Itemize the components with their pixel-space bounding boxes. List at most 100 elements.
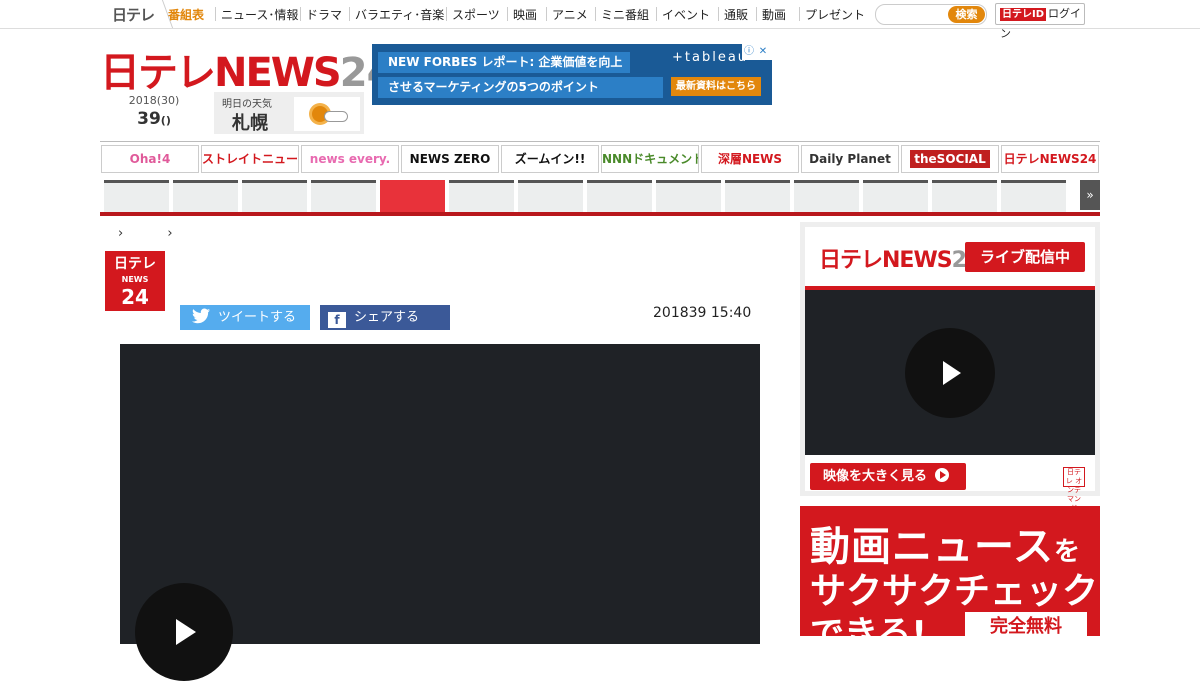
category-tab[interactable] xyxy=(1001,180,1066,212)
nav-separator xyxy=(349,7,350,21)
facebook-icon: f xyxy=(328,312,346,328)
weather-widget[interactable]: 明日の天気 札幌 xyxy=(214,92,364,134)
category-tab[interactable] xyxy=(311,180,376,212)
close-icon[interactable]: ✕ xyxy=(756,44,770,60)
live-video[interactable] xyxy=(805,290,1095,455)
program-link[interactable]: news every. xyxy=(301,145,399,173)
promo-banner[interactable]: 動画ニュースを サクサクチェック できる! 完全無料 xyxy=(800,506,1100,636)
login-button[interactable]: 日テレID ログイン xyxy=(995,3,1085,40)
nav-separator xyxy=(507,7,508,21)
category-tab[interactable] xyxy=(173,180,238,212)
ad-info-icon[interactable]: ⓘ xyxy=(742,44,756,60)
tweet-button[interactable]: ツイートする xyxy=(180,305,310,330)
category-tab[interactable] xyxy=(380,180,445,212)
program-link[interactable]: ズームイン!! xyxy=(501,145,599,173)
nav-separator xyxy=(656,7,657,21)
category-tab[interactable] xyxy=(587,180,652,212)
live-brand-logo: 日テレNEWS24 xyxy=(819,248,981,273)
program-link[interactable]: 深層NEWS xyxy=(701,145,799,173)
nav-item[interactable]: 動画 xyxy=(762,6,786,23)
site-logo[interactable]: 日テレNEWS24 xyxy=(100,40,394,96)
weather-label: 明日の天気 xyxy=(222,99,272,110)
program-label: theSOCIAL xyxy=(910,150,990,168)
category-tab[interactable] xyxy=(725,180,790,212)
play-icon[interactable] xyxy=(135,583,233,681)
nav-separator xyxy=(756,7,757,21)
more-tabs-button[interactable]: » xyxy=(1080,180,1100,210)
category-tab[interactable] xyxy=(518,180,583,212)
program-link[interactable]: ストレイトニュース xyxy=(201,145,299,173)
nav-item[interactable]: アニメ xyxy=(552,6,588,23)
date-day: 39() xyxy=(137,109,171,129)
category-tab[interactable] xyxy=(863,180,928,212)
program-label: ズームイン!! xyxy=(514,152,586,166)
program-label: 日テレNEWS24 xyxy=(1003,152,1097,166)
ntv-logo[interactable]: 日テレ xyxy=(112,0,174,28)
program-label: ストレイトニュース xyxy=(202,152,299,166)
watch-larger-button[interactable]: 映像を大きく見る xyxy=(810,463,966,490)
ntv-news24-logo: 日テレ NEWS 24 xyxy=(105,251,165,311)
category-tab[interactable] xyxy=(932,180,997,212)
category-tab[interactable] xyxy=(104,180,169,212)
category-tab[interactable] xyxy=(449,180,514,212)
category-tab[interactable] xyxy=(794,180,859,212)
ntv-id-badge: 日テレID xyxy=(1000,8,1047,21)
global-nav: 日テレ 番組表 ニュース･情報 ドラマ バラエティ･音楽 スポーツ 映画 アニメ ミニ番組 イベ… xyxy=(0,0,1200,40)
program-link[interactable]: NNNドキュメント xyxy=(601,145,699,173)
program-label: NEWS ZERO xyxy=(409,152,491,166)
program-link[interactable]: 日テレNEWS24 xyxy=(1001,145,1099,173)
live-badge: ライブ配信中 xyxy=(965,242,1085,272)
program-link[interactable]: NEWS ZERO xyxy=(401,145,499,173)
nav-item[interactable]: ミニ番組 xyxy=(601,6,649,23)
published-date: 201839 15:40 xyxy=(653,305,752,321)
nav-separator xyxy=(799,7,800,21)
nav-separator xyxy=(718,7,719,21)
nav-separator xyxy=(446,7,447,21)
program-label: news every. xyxy=(309,152,391,166)
ad-cta-button[interactable]: 最新資料はこちら xyxy=(671,77,761,96)
program-strip: Oha!4 ストレイトニュース news every. NEWS ZERO ズームイン!… xyxy=(100,141,1100,174)
nav-item[interactable]: ドラマ xyxy=(306,6,342,23)
nav-item[interactable]: プレゼント xyxy=(805,6,865,23)
program-link[interactable]: Oha!4 xyxy=(101,145,199,173)
ad-controls: ⓘ ✕ xyxy=(742,44,772,60)
nav-item[interactable]: 番組表 xyxy=(168,6,204,23)
ondemand-logo[interactable]: 日テレ オンデマンド xyxy=(1063,467,1085,512)
nav-separator xyxy=(300,7,301,21)
nav-item[interactable]: イベント xyxy=(662,6,710,23)
arrow-right-icon xyxy=(935,468,950,482)
breadcrumb[interactable]: › › xyxy=(118,226,193,241)
nav-item[interactable]: 通販 xyxy=(724,6,748,23)
program-label: 深層NEWS xyxy=(717,152,783,166)
nav-separator xyxy=(215,7,216,21)
nav-item[interactable]: 映画 xyxy=(513,6,537,23)
video-player[interactable] xyxy=(120,344,760,681)
sun-cloud-icon xyxy=(294,97,360,131)
program-label: NNNドキュメント xyxy=(602,152,699,166)
search-button[interactable]: 検索 xyxy=(948,6,985,23)
nav-separator xyxy=(595,7,596,21)
promo-line3: できる! xyxy=(810,614,927,636)
twitter-bird-icon xyxy=(192,308,210,324)
date-year: 2018(30) xyxy=(128,94,180,107)
live-stream-widget: 日テレNEWS24 ライブ配信中 映像を大きく見る 日テレ オンデマンド xyxy=(800,222,1100,512)
ad-banner[interactable]: NEW FORBES レポート: 企業価値を向上 させるマーケティングの5つのポ… xyxy=(372,44,772,105)
category-tab[interactable] xyxy=(656,180,721,212)
play-icon[interactable] xyxy=(905,328,995,418)
program-link[interactable]: Daily Planet xyxy=(801,145,899,173)
nav-item[interactable]: スポーツ xyxy=(452,6,500,23)
facebook-share-button[interactable]: f シェアする xyxy=(320,305,450,330)
category-divider xyxy=(100,212,1100,216)
tableau-logo: +tableau xyxy=(672,50,749,65)
nav-item[interactable]: ニュース･情報 xyxy=(221,6,298,23)
program-label: Daily Planet xyxy=(809,152,891,166)
weather-city: 札幌 xyxy=(232,113,268,134)
program-link[interactable]: theSOCIAL xyxy=(901,145,999,173)
category-tabs: » xyxy=(100,180,1100,216)
nav-item[interactable]: バラエティ･音楽 xyxy=(355,6,444,23)
ad-line1: NEW FORBES レポート: 企業価値を向上 xyxy=(378,52,630,73)
date-display: 2018(30) 39() xyxy=(100,94,208,129)
program-label: Oha!4 xyxy=(129,152,171,166)
category-tab[interactable] xyxy=(242,180,307,212)
ad-line2: させるマーケティングの5つのポイント xyxy=(378,77,663,98)
